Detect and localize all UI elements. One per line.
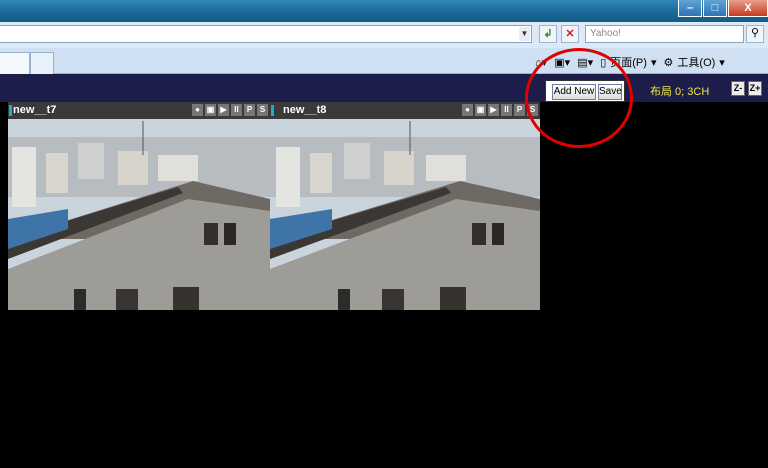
layout-status: 布局 0; 3CH (650, 86, 710, 98)
minimize-button[interactable]: – (678, 0, 702, 17)
camera-icon (9, 105, 12, 116)
video-feed (8, 119, 270, 310)
play-button[interactable]: ▶ (488, 104, 499, 116)
record-button[interactable]: ● (192, 104, 203, 116)
pane-header: new__t7 ● ▣ ▶ II P S (8, 102, 270, 119)
camera-icon (271, 105, 274, 116)
tab-bar: ⌂▾ ▣▾ ▤▾ ▯ 页面(P) ▾ ⚙ 工具(O) ▾ (0, 48, 768, 74)
video-pane-1[interactable]: new__t7 ● ▣ ▶ II P S (8, 102, 270, 310)
address-input[interactable]: ▼ (0, 25, 532, 43)
tab-current[interactable] (0, 52, 30, 74)
app-toolbar: Add New Save 布局 0; 3CH Z- Z+ (0, 74, 768, 102)
browser-title-bar: – □ X (0, 0, 768, 22)
window-controls: – □ X (677, 0, 768, 18)
search-icon[interactable]: ⚲ (746, 25, 764, 43)
s-button[interactable]: S (257, 104, 268, 116)
pane-header: new__t8 ● ▣ ▶ II P S (270, 102, 540, 119)
tools-gear-icon: ⚙ (663, 57, 674, 69)
close-button[interactable]: X (728, 0, 768, 17)
pane-title: new__t7 (13, 104, 57, 116)
pause-button[interactable]: II (501, 104, 512, 116)
pause-button[interactable]: II (231, 104, 242, 116)
video-feed (270, 119, 540, 310)
p-button[interactable]: P (244, 104, 255, 116)
pane-title: new__t8 (283, 104, 327, 116)
stop-icon[interactable]: ✕ (561, 25, 579, 43)
record-button[interactable]: ● (462, 104, 473, 116)
annotation-circle (525, 48, 633, 148)
snapshot-button[interactable]: ▣ (205, 104, 216, 116)
pane-controls: ● ▣ ▶ II P S (192, 104, 268, 116)
refresh-icon[interactable]: ↲ (539, 25, 557, 43)
play-button[interactable]: ▶ (218, 104, 229, 116)
p-button[interactable]: P (514, 104, 525, 116)
address-bar-row: ▼ ↲ ✕ Yahoo! ⚲ (0, 22, 768, 48)
search-input[interactable]: Yahoo! (585, 25, 744, 43)
snapshot-button[interactable]: ▣ (475, 104, 486, 116)
zoom-in-button[interactable]: Z+ (748, 81, 762, 96)
maximize-button[interactable]: □ (703, 0, 727, 17)
address-dropdown-icon[interactable]: ▼ (519, 27, 530, 41)
video-pane-2[interactable]: new__t8 ● ▣ ▶ II P S (270, 102, 540, 310)
tab-new[interactable] (30, 52, 54, 74)
tools-menu[interactable]: 工具(O) (677, 57, 715, 69)
zoom-out-button[interactable]: Z- (731, 81, 745, 96)
